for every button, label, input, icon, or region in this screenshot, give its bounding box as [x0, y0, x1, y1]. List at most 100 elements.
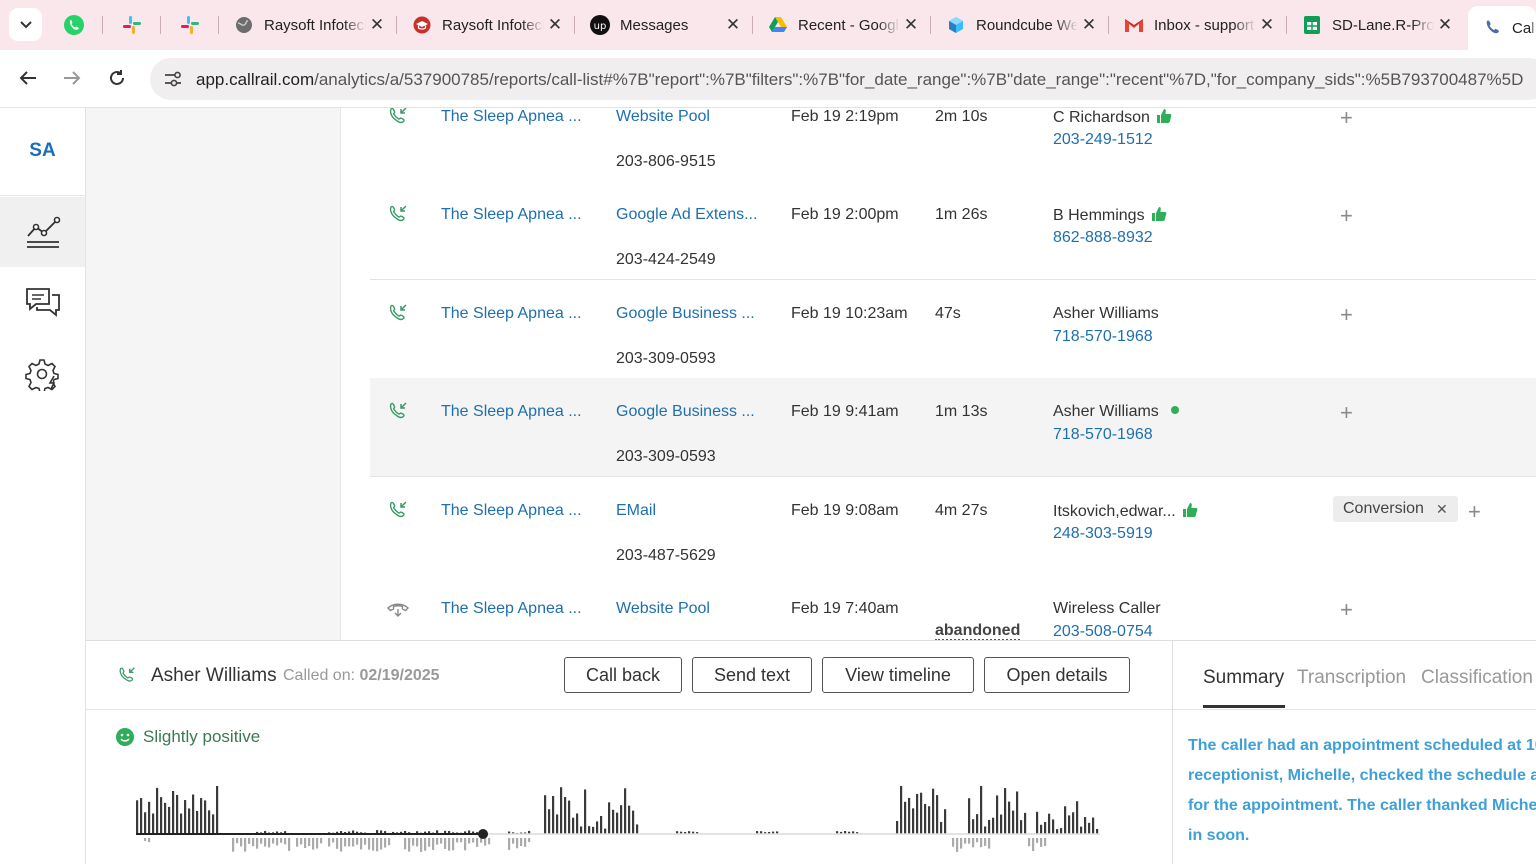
send-text-button[interactable]: Send text: [692, 657, 812, 693]
call-back-button[interactable]: Call back: [564, 657, 682, 693]
company-link[interactable]: The Sleep Apnea ...: [441, 305, 582, 323]
waveform-bar-caller: [160, 797, 163, 834]
close-tab-icon[interactable]: ✕: [900, 15, 922, 35]
browser-tab[interactable]: Inbox - support ✕: [1110, 6, 1284, 44]
caller-phone-link[interactable]: 248-303-5919: [1053, 525, 1153, 543]
waveform-bar-caller: [632, 810, 635, 834]
close-tab-icon[interactable]: ✕: [366, 15, 388, 35]
source-link[interactable]: Google Business ...: [616, 403, 755, 421]
waveform-bar-agent: [344, 838, 347, 847]
add-tag-plus-icon[interactable]: +: [1340, 597, 1353, 623]
waveform-bar-caller: [208, 810, 211, 834]
waveform-bar-agent: [972, 838, 975, 848]
address-bar[interactable]: app.callrail.com/analytics/a/537900785/r…: [150, 58, 1536, 100]
sidebar-item-conversations[interactable]: [0, 268, 85, 338]
abandoned-status[interactable]: abandoned: [935, 622, 1021, 641]
google-sheets-icon: [1302, 15, 1322, 35]
reload-button[interactable]: [103, 64, 131, 92]
call-row[interactable]: The Sleep Apnea ... Google Business ... …: [370, 280, 1536, 379]
whatsapp-pinned-tab[interactable]: [62, 13, 86, 37]
waveform-bar-caller: [196, 810, 199, 834]
tracking-number: 203-806-9515: [616, 153, 716, 170]
slack-icon: [181, 16, 199, 34]
forward-button[interactable]: [58, 64, 86, 92]
company-link[interactable]: The Sleep Apnea ...: [441, 403, 582, 421]
waveform-bar-caller: [912, 808, 915, 834]
site-info-icon[interactable]: [162, 68, 184, 90]
audio-waveform[interactable]: [136, 786, 1116, 864]
call-row-selected[interactable]: The Sleep Apnea ... Google Business ... …: [370, 378, 1536, 477]
company-link[interactable]: The Sleep Apnea ...: [441, 600, 582, 618]
source-link[interactable]: EMail: [616, 502, 656, 520]
browser-tab[interactable]: Roundcube Webmail ✕: [932, 6, 1106, 44]
call-row[interactable]: The Sleep Apnea ... Website Pool 203-806…: [370, 108, 1536, 182]
source-link[interactable]: Website Pool: [616, 600, 710, 618]
tab-separator: [160, 16, 161, 34]
waveform-bar-agent: [360, 838, 363, 850]
sidebar-item-analytics[interactable]: [0, 197, 85, 267]
close-tab-icon[interactable]: ✕: [544, 15, 566, 35]
close-tab-icon[interactable]: ✕: [1434, 15, 1456, 35]
waveform-bar-agent: [476, 838, 479, 847]
source-link[interactable]: Google Business ...: [616, 305, 755, 323]
open-details-button[interactable]: Open details: [984, 657, 1130, 693]
close-tab-icon[interactable]: ✕: [1078, 15, 1100, 35]
caller-phone-link[interactable]: 718-570-1968: [1053, 426, 1153, 444]
tab-search-button[interactable]: [9, 8, 42, 41]
tab-separator: [1108, 16, 1109, 34]
close-tab-icon[interactable]: ✕: [722, 15, 744, 35]
conversion-tag: Conversion ✕: [1333, 496, 1458, 522]
call-date: Feb 19 10:23am: [791, 305, 908, 322]
tab-summary[interactable]: Summary: [1203, 667, 1284, 689]
caller-name: Asher Williams: [1053, 403, 1179, 421]
browser-tab[interactable]: Raysoft Infotech ✕: [220, 6, 394, 44]
caller-phone-link[interactable]: 862-888-8932: [1053, 229, 1153, 247]
view-timeline-button[interactable]: View timeline: [822, 657, 974, 693]
waveform-bar-caller: [1040, 824, 1043, 834]
live-status-dot: [1170, 406, 1179, 414]
add-tag-plus-icon[interactable]: +: [1340, 302, 1353, 328]
add-tag-plus-icon[interactable]: +: [1340, 400, 1353, 426]
call-row[interactable]: The Sleep Apnea ... EMail 203-487-5629 F…: [370, 477, 1536, 576]
browser-tab[interactable]: Recent - Google Drive ✕: [754, 6, 928, 44]
tab-classification[interactable]: Classification: [1421, 667, 1533, 689]
company-link[interactable]: The Sleep Apnea ...: [441, 108, 582, 126]
add-tag-plus-icon[interactable]: +: [1340, 203, 1353, 229]
waveform-bar-agent: [256, 838, 259, 849]
remove-tag-icon[interactable]: ✕: [1436, 501, 1448, 518]
summary-line: receptionist, Michelle, checked the sche…: [1188, 767, 1536, 784]
back-button[interactable]: [14, 64, 42, 92]
tab-transcription[interactable]: Transcription: [1297, 667, 1406, 689]
browser-tab[interactable]: Raysoft Infotech ✕: [398, 6, 572, 44]
caller-phone-link[interactable]: 718-570-1968: [1053, 328, 1153, 346]
company-link[interactable]: The Sleep Apnea ...: [441, 206, 582, 224]
caller-phone-link[interactable]: 203-508-0754: [1053, 623, 1153, 641]
browser-tab-active[interactable]: Call: [1468, 6, 1536, 50]
browser-tab[interactable]: SD-Lane.R-Project ✕: [1288, 6, 1462, 44]
browser-tab[interactable]: up Messages ✕: [576, 6, 750, 44]
caller-phone-link[interactable]: 203-249-1512: [1053, 131, 1153, 149]
slack-pinned-tab-2[interactable]: [178, 13, 202, 37]
app-sidebar: SA: [0, 108, 86, 864]
slack-icon: [123, 16, 141, 34]
source-link[interactable]: Website Pool: [616, 108, 710, 126]
waveform-bar-caller: [576, 813, 579, 834]
waveform-bar-agent: [980, 838, 983, 848]
called-on-date: 02/19/2025: [359, 667, 440, 684]
waveform-bar-agent: [1028, 838, 1031, 847]
close-tab-icon[interactable]: ✕: [1256, 15, 1278, 35]
tab-title: Inbox - support: [1154, 16, 1255, 34]
waveform-bar-agent: [336, 838, 339, 849]
account-avatar[interactable]: SA: [0, 140, 85, 162]
sidebar-item-settings[interactable]: [0, 339, 85, 409]
waveform-bar-agent: [332, 838, 335, 843]
company-link[interactable]: The Sleep Apnea ...: [441, 502, 582, 520]
slack-pinned-tab[interactable]: [120, 13, 144, 37]
playback-scrubber-handle[interactable]: [478, 829, 489, 839]
waveform-bar-caller: [992, 817, 995, 834]
waveform-bar-agent: [516, 838, 519, 849]
call-row[interactable]: The Sleep Apnea ... Google Ad Extens... …: [370, 181, 1536, 280]
source-link[interactable]: Google Ad Extens...: [616, 206, 757, 224]
add-tag-plus-icon[interactable]: +: [1468, 499, 1481, 525]
add-tag-plus-icon[interactable]: +: [1340, 108, 1353, 131]
